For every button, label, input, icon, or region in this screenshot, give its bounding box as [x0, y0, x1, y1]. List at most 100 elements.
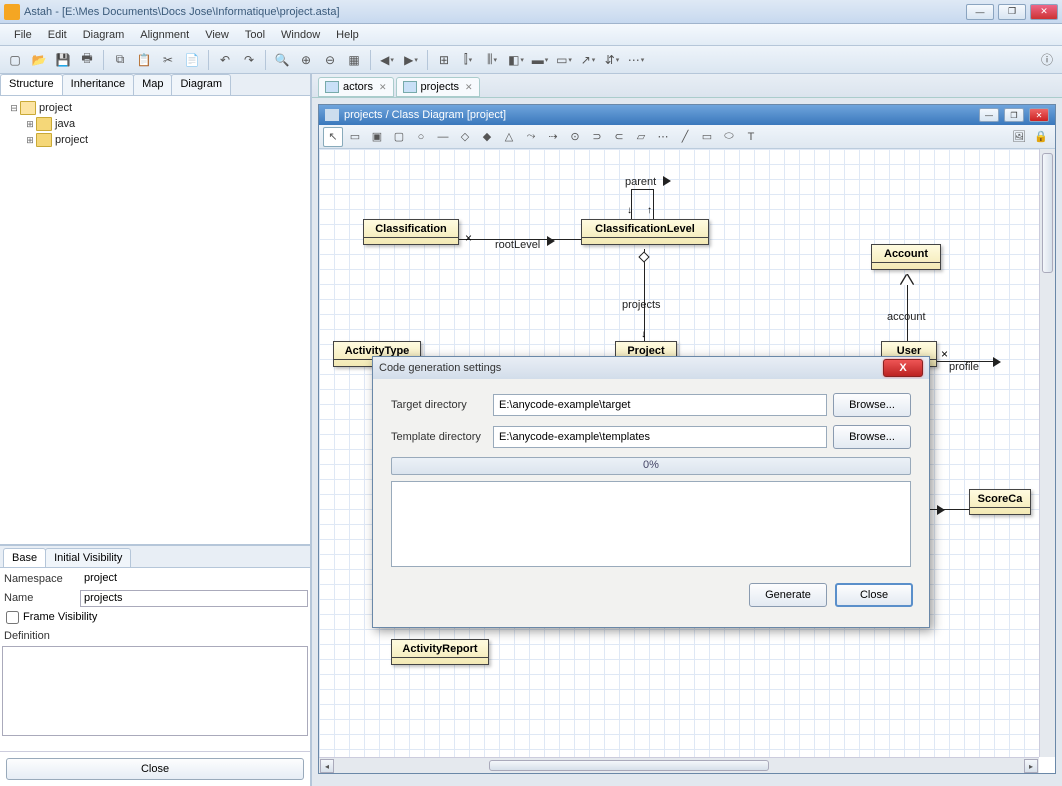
- aggregation-tool-icon[interactable]: ◇: [455, 127, 475, 147]
- horizontal-scrollbar[interactable]: ◂ ▸: [319, 757, 1039, 773]
- diagram-minimize-button[interactable]: —: [979, 108, 999, 122]
- color-icon[interactable]: ▬: [529, 49, 551, 71]
- menu-view[interactable]: View: [197, 27, 237, 43]
- zoom-out-icon[interactable]: ⊖: [319, 49, 341, 71]
- dialog-titlebar[interactable]: Code generation settings X: [373, 357, 929, 379]
- dependency-tool-icon[interactable]: ⤳: [521, 127, 541, 147]
- props-close-button[interactable]: Close: [6, 758, 304, 780]
- uml-class-scorecard[interactable]: ScoreCa: [969, 489, 1031, 515]
- print-icon[interactable]: 🖶: [76, 49, 98, 71]
- tab-map[interactable]: Map: [133, 74, 172, 95]
- port-tool-icon[interactable]: ⊙: [565, 127, 585, 147]
- scrollbar-thumb[interactable]: [1042, 153, 1053, 273]
- tab-structure[interactable]: Structure: [0, 74, 63, 95]
- target-directory-input[interactable]: [493, 394, 827, 416]
- tab-initial-visibility[interactable]: Initial Visibility: [45, 548, 131, 567]
- name-input[interactable]: [80, 590, 308, 607]
- copy-icon[interactable]: ⧉: [109, 49, 131, 71]
- generate-button[interactable]: Generate: [749, 583, 827, 607]
- vertical-scrollbar[interactable]: [1039, 149, 1055, 757]
- tree-node-java[interactable]: ⊞ java: [4, 116, 306, 132]
- tab-base[interactable]: Base: [3, 548, 46, 567]
- realization-tool-icon[interactable]: ⇢: [543, 127, 563, 147]
- menu-window[interactable]: Window: [273, 27, 328, 43]
- note-tool-icon[interactable]: ▱: [631, 127, 651, 147]
- note-link-tool-icon[interactable]: ⋯: [653, 127, 673, 147]
- interface-tool-icon[interactable]: ○: [411, 127, 431, 147]
- zoom-in-icon[interactable]: ⊕: [295, 49, 317, 71]
- undo-icon[interactable]: ↶: [214, 49, 236, 71]
- tab-inheritance[interactable]: Inheritance: [62, 74, 134, 95]
- association-tool-icon[interactable]: —: [433, 127, 453, 147]
- close-icon[interactable]: ✕: [465, 82, 473, 93]
- uml-class-classificationlevel[interactable]: ClassificationLevel: [581, 219, 709, 245]
- required-tool-icon[interactable]: ⊃: [587, 127, 607, 147]
- new-icon[interactable]: ▢: [4, 49, 26, 71]
- tab-projects[interactable]: projects ✕: [396, 77, 480, 97]
- dialog-close-action-button[interactable]: Close: [835, 583, 913, 607]
- ellipse-tool-icon[interactable]: ⬭: [719, 127, 739, 147]
- diagram-close-button[interactable]: ✕: [1029, 108, 1049, 122]
- more-icon[interactable]: ⋯: [625, 49, 647, 71]
- diagram-window-titlebar[interactable]: projects / Class Diagram [project] — ❐ ✕: [319, 105, 1055, 125]
- log-textarea[interactable]: [391, 481, 911, 567]
- expand-icon[interactable]: ⊞: [24, 135, 36, 146]
- lock-tool-icon[interactable]: 🔒: [1031, 127, 1051, 147]
- connector-icon[interactable]: ↗: [577, 49, 599, 71]
- maximize-button[interactable]: ❐: [998, 4, 1026, 20]
- tree-node-project[interactable]: ⊞ project: [4, 132, 306, 148]
- paste2-icon[interactable]: 📄: [181, 49, 203, 71]
- tab-diagram[interactable]: Diagram: [171, 74, 231, 95]
- align-v-icon[interactable]: ⫿: [457, 49, 479, 71]
- menu-help[interactable]: Help: [328, 27, 367, 43]
- expand-icon[interactable]: ⊞: [24, 119, 36, 130]
- tab-actors[interactable]: actors ✕: [318, 77, 394, 97]
- uml-class-activityreport[interactable]: ActivityReport: [391, 639, 489, 665]
- text-tool-icon[interactable]: T: [741, 127, 761, 147]
- window-close-button[interactable]: ✕: [1030, 4, 1058, 20]
- scroll-right-button[interactable]: ▸: [1024, 759, 1038, 773]
- project-tree[interactable]: ⊟ project ⊞ java ⊞ project: [0, 96, 310, 546]
- fit-icon[interactable]: ▦: [343, 49, 365, 71]
- uml-class-account[interactable]: Account: [871, 244, 941, 270]
- composition-tool-icon[interactable]: ◆: [477, 127, 497, 147]
- package-tool-icon[interactable]: ▣: [367, 127, 387, 147]
- scrollbar-thumb[interactable]: [489, 760, 769, 771]
- definition-textarea[interactable]: [2, 646, 308, 736]
- grid-icon[interactable]: ⊞: [433, 49, 455, 71]
- paste-icon[interactable]: 📋: [133, 49, 155, 71]
- provided-tool-icon[interactable]: ⊂: [609, 127, 629, 147]
- close-icon[interactable]: ✕: [379, 82, 387, 93]
- redo-icon[interactable]: ↷: [238, 49, 260, 71]
- align-h-icon[interactable]: ⫼: [481, 49, 503, 71]
- dialog-close-button[interactable]: X: [883, 359, 923, 377]
- select-tool-icon[interactable]: ↖: [323, 127, 343, 147]
- collapse-icon[interactable]: ⊟: [8, 103, 20, 114]
- menu-tool[interactable]: Tool: [237, 27, 273, 43]
- class-tool-icon[interactable]: ▭: [345, 127, 365, 147]
- menu-diagram[interactable]: Diagram: [75, 27, 133, 43]
- menu-file[interactable]: File: [6, 27, 40, 43]
- back-icon[interactable]: ◀: [376, 49, 398, 71]
- browse-template-button[interactable]: Browse...: [833, 425, 911, 449]
- tree-root[interactable]: ⊟ project: [4, 100, 306, 116]
- cut-icon[interactable]: ✂: [157, 49, 179, 71]
- scroll-left-button[interactable]: ◂: [320, 759, 334, 773]
- distribute-icon[interactable]: ◧: [505, 49, 527, 71]
- help-icon[interactable]: ⓘ: [1036, 49, 1058, 71]
- forward-icon[interactable]: ▶: [400, 49, 422, 71]
- template-directory-input[interactable]: [493, 426, 827, 448]
- layout-icon[interactable]: ⇵: [601, 49, 623, 71]
- line-tool-icon[interactable]: ╱: [675, 127, 695, 147]
- browse-target-button[interactable]: Browse...: [833, 393, 911, 417]
- frame-visibility-checkbox[interactable]: [6, 611, 19, 624]
- zoom-icon[interactable]: 🔍: [271, 49, 293, 71]
- line-color-icon[interactable]: ▭: [553, 49, 575, 71]
- generalization-tool-icon[interactable]: △: [499, 127, 519, 147]
- save-icon[interactable]: 💾: [52, 49, 74, 71]
- rect-tool-icon[interactable]: ▭: [697, 127, 717, 147]
- image-tool-icon[interactable]: 🖼: [1009, 127, 1029, 147]
- uml-class-classification[interactable]: Classification: [363, 219, 459, 245]
- menu-edit[interactable]: Edit: [40, 27, 75, 43]
- menu-alignment[interactable]: Alignment: [132, 27, 197, 43]
